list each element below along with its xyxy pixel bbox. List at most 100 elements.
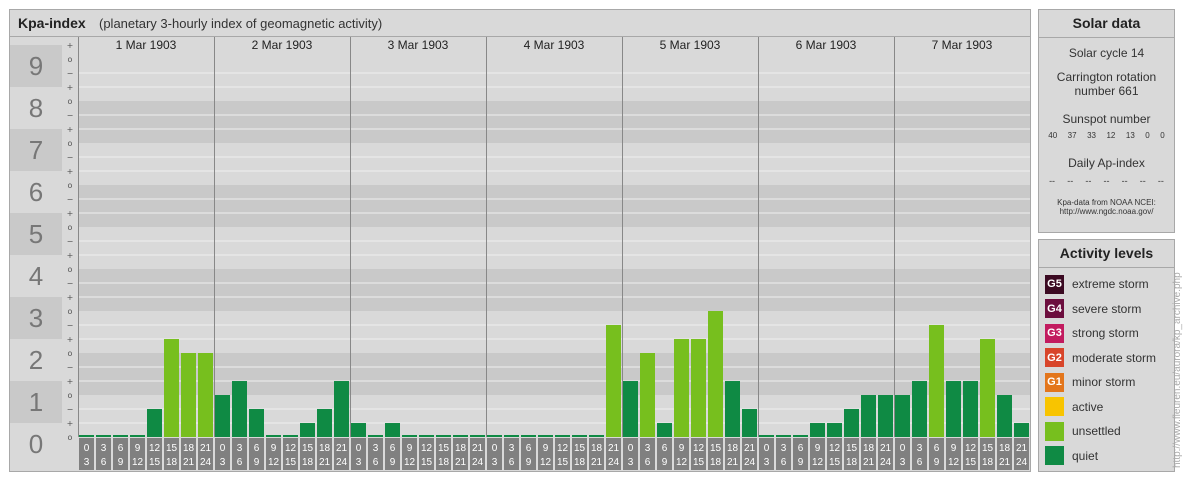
legend-swatch: G4 bbox=[1045, 299, 1064, 318]
y-minor-tick: + bbox=[67, 209, 74, 218]
kp-bar bbox=[283, 435, 298, 437]
y-minor-tick: o bbox=[68, 139, 73, 148]
y-tick-label: 7 bbox=[29, 135, 43, 165]
hour-start-label: 9 bbox=[407, 443, 413, 454]
kp-band bbox=[78, 353, 1030, 395]
hour-end-label: 24 bbox=[200, 457, 212, 468]
y-minor-tick: o bbox=[68, 55, 73, 64]
kp-bar bbox=[453, 435, 468, 437]
sunspot-value: 0 bbox=[1160, 131, 1165, 140]
ap-index-value: -- bbox=[1139, 176, 1146, 186]
y-minor-tick: − bbox=[67, 405, 74, 414]
kp-bar bbox=[130, 435, 145, 437]
legend-item: G5 extreme storm bbox=[1045, 274, 1149, 294]
y-minor-tick: o bbox=[68, 307, 73, 316]
y-tick-label: 5 bbox=[29, 219, 43, 249]
kp-bar bbox=[963, 381, 978, 437]
kp-bar bbox=[708, 311, 723, 437]
legend-item: unsettled bbox=[1045, 421, 1121, 441]
hour-end-label: 9 bbox=[662, 457, 668, 468]
ap-index-value: -- bbox=[1067, 176, 1074, 186]
y-tick-label: 2 bbox=[29, 345, 43, 375]
y-tick-label: 9 bbox=[29, 51, 43, 81]
hour-end-label: 15 bbox=[149, 457, 161, 468]
y-minor-tick: o bbox=[68, 265, 73, 274]
hour-start-label: 3 bbox=[237, 443, 243, 454]
kp-bar bbox=[504, 435, 519, 437]
kp-bar bbox=[419, 435, 434, 437]
hour-start-label: 18 bbox=[455, 443, 467, 454]
kp-bar bbox=[980, 339, 995, 437]
kp-bar bbox=[538, 435, 553, 437]
hour-end-label: 15 bbox=[829, 457, 841, 468]
kp-bar bbox=[368, 435, 383, 437]
kp-band bbox=[78, 227, 1030, 269]
hour-start-label: 15 bbox=[302, 443, 314, 454]
y-minor-tick: + bbox=[67, 83, 74, 92]
kp-bar bbox=[912, 381, 927, 437]
hour-end-label: 18 bbox=[982, 457, 994, 468]
y-minor-tick: + bbox=[67, 293, 74, 302]
kp-bar bbox=[385, 423, 400, 437]
kp-bar bbox=[861, 395, 876, 437]
ap-index-value: -- bbox=[1103, 176, 1110, 186]
ap-index-value: -- bbox=[1157, 176, 1164, 186]
day-label: 4 Mar 1903 bbox=[524, 38, 585, 52]
sunspot-value: 37 bbox=[1067, 131, 1077, 140]
hour-start-label: 0 bbox=[628, 443, 634, 454]
y-tick-label: 0 bbox=[29, 429, 43, 459]
legend-swatch: G3 bbox=[1045, 323, 1064, 343]
hour-start-label: 9 bbox=[271, 443, 277, 454]
kp-bar bbox=[640, 353, 655, 437]
sunspot-values: 40 37 33 12 13 0 0 bbox=[1039, 131, 1174, 140]
hour-start-label: 0 bbox=[356, 443, 362, 454]
kp-bar bbox=[946, 381, 961, 437]
hour-start-label: 6 bbox=[390, 443, 396, 454]
hour-end-label: 6 bbox=[509, 457, 515, 468]
y-minor-tick: − bbox=[67, 363, 74, 372]
y-minor-tick: + bbox=[67, 125, 74, 134]
legend-label: severe storm bbox=[1072, 301, 1142, 316]
hour-end-label: 12 bbox=[132, 457, 144, 468]
y-minor-tick: + bbox=[67, 335, 74, 344]
legend-label: quiet bbox=[1072, 448, 1099, 463]
legend-item: G1 minor storm bbox=[1045, 372, 1135, 392]
hour-start-label: 3 bbox=[509, 443, 515, 454]
activity-levels-panel: Activity levels G5 extreme storm G4 severe … bbox=[1038, 239, 1175, 472]
y-minor-tick: + bbox=[67, 377, 74, 386]
carrington-line-1: Carrington rotation bbox=[1056, 70, 1157, 84]
sunspot-label: Sunspot number bbox=[1062, 112, 1151, 126]
day-label: 7 Mar 1903 bbox=[932, 38, 993, 52]
kp-bar bbox=[827, 423, 842, 437]
kp-bar bbox=[521, 435, 536, 437]
y-minor-tick: + bbox=[67, 251, 74, 260]
hour-start-label: 21 bbox=[1016, 443, 1028, 454]
legend-item: G4 severe storm bbox=[1045, 299, 1141, 319]
kp-bar bbox=[249, 408, 264, 437]
solar-data-panel: Solar data Solar cycle 14 Carrington rot… bbox=[1038, 9, 1175, 233]
kp-bar bbox=[810, 423, 825, 437]
hour-start-label: 18 bbox=[591, 443, 603, 454]
ap-index-values: -- -- -- -- -- -- -- bbox=[1039, 176, 1174, 186]
hour-start-label: 12 bbox=[829, 443, 841, 454]
sunspot-value: 13 bbox=[1125, 131, 1135, 140]
kp-bar bbox=[164, 339, 179, 437]
legend-item: active bbox=[1045, 397, 1103, 417]
kp-bar bbox=[606, 324, 621, 437]
y-minor-tick: + bbox=[67, 41, 74, 50]
hour-end-label: 12 bbox=[676, 457, 688, 468]
legend-label: minor storm bbox=[1072, 375, 1136, 389]
hour-start-label: 9 bbox=[815, 443, 821, 454]
kp-band bbox=[78, 311, 1030, 353]
hour-end-label: 6 bbox=[781, 457, 787, 468]
hour-end-label: 15 bbox=[421, 457, 433, 468]
hour-start-label: 12 bbox=[557, 443, 569, 454]
hour-end-label: 6 bbox=[237, 457, 243, 468]
source-line-1: Kpa-data from NOAA NCEI: bbox=[1057, 198, 1156, 207]
kp-bar bbox=[402, 435, 417, 437]
hour-end-label: 21 bbox=[455, 457, 467, 468]
hour-end-label: 15 bbox=[285, 457, 297, 468]
hour-end-label: 3 bbox=[764, 457, 770, 468]
kp-band bbox=[78, 143, 1030, 185]
hour-end-label: 6 bbox=[917, 457, 923, 468]
